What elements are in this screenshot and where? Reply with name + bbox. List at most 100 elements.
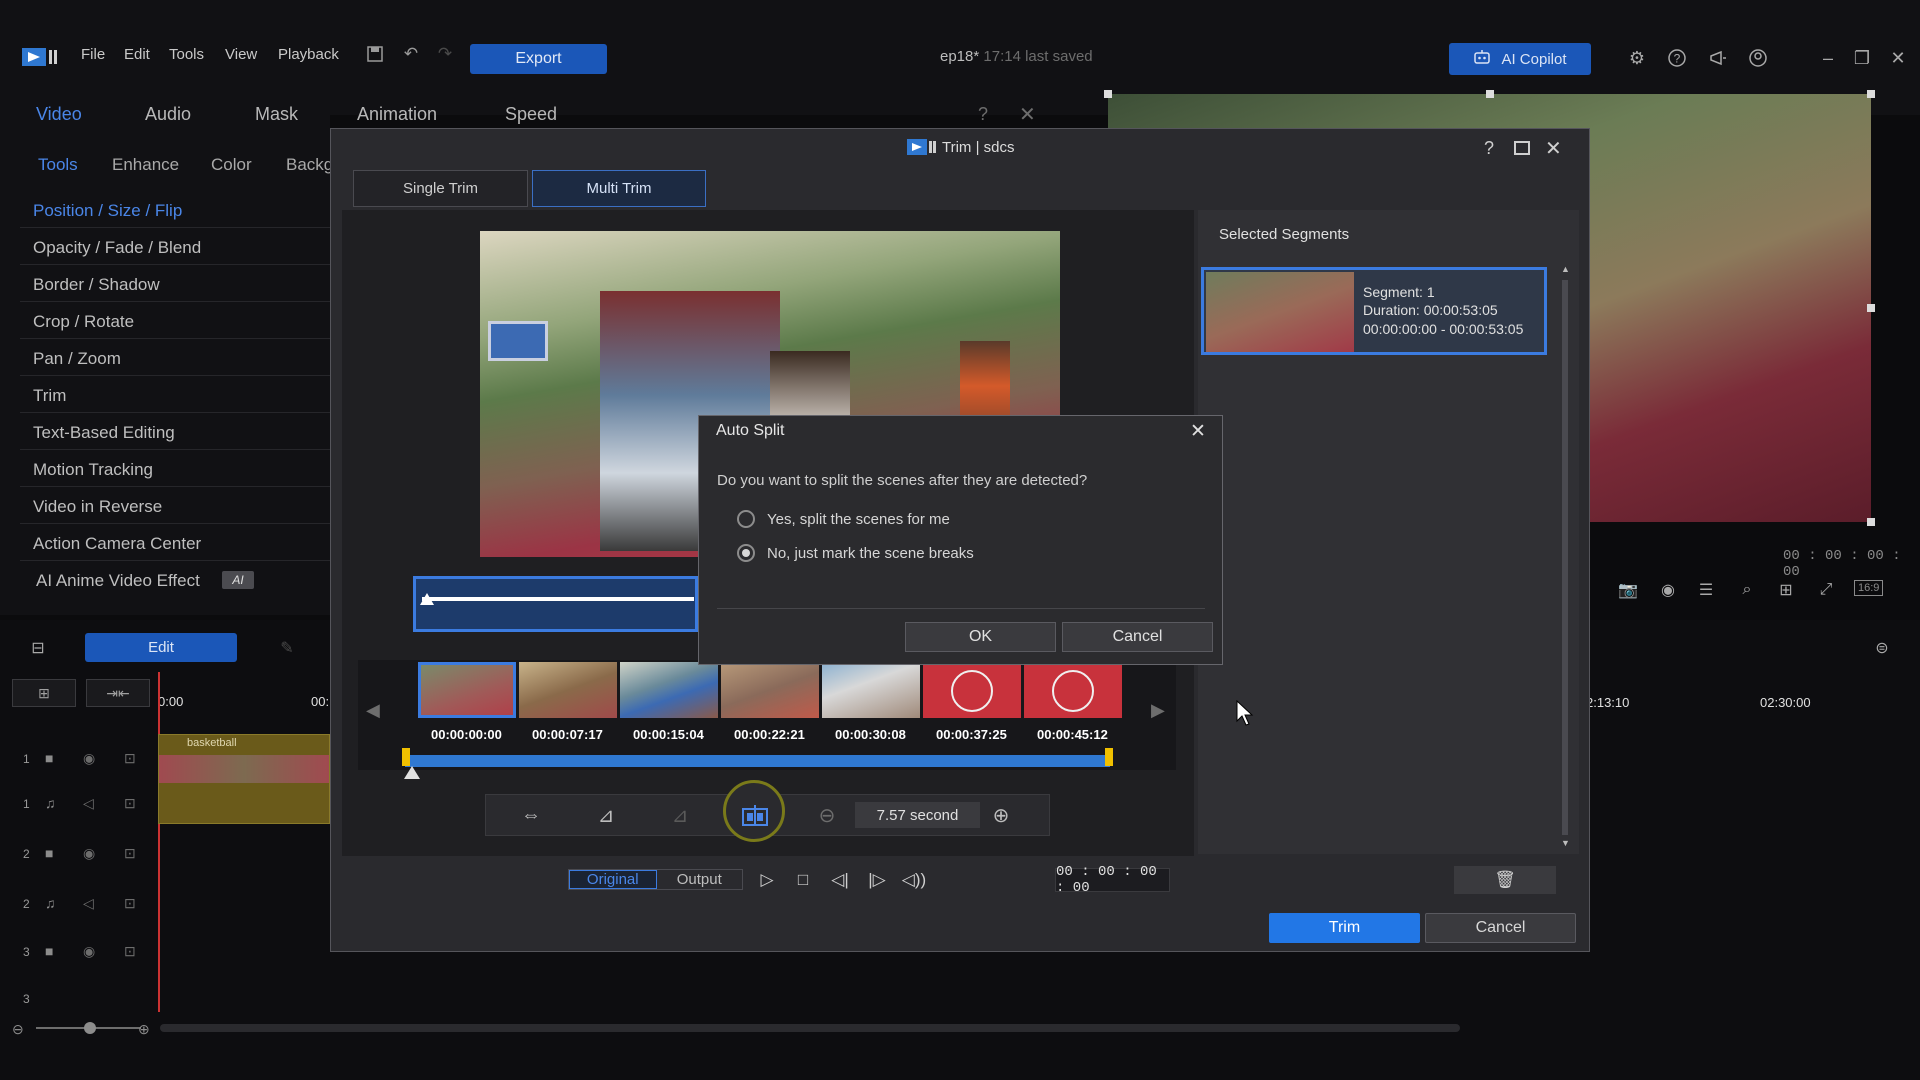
pen-icon[interactable]: ✎	[275, 636, 299, 660]
menu-edit[interactable]: Edit	[124, 46, 150, 63]
eye-icon[interactable]: ◉	[83, 750, 95, 767]
lock-icon[interactable]: ⊡	[124, 795, 136, 812]
account-icon[interactable]	[1746, 46, 1770, 70]
tool-opacity-fade-blend[interactable]: Opacity / Fade / Blend	[33, 238, 201, 258]
playhead[interactable]	[158, 672, 160, 1012]
zoom-preview-icon[interactable]: ⌕	[1735, 578, 1759, 602]
tab-video[interactable]: Video	[36, 104, 82, 125]
resize-handle[interactable]	[1867, 304, 1875, 312]
trim-range-track[interactable]	[405, 755, 1110, 767]
resize-handle[interactable]	[1867, 90, 1875, 98]
split-arrows-icon[interactable]: ⇔	[515, 800, 547, 830]
trim-close-icon[interactable]: ✕	[1545, 136, 1562, 161]
next-frame-icon[interactable]: |▷	[864, 868, 890, 892]
speaker-icon[interactable]: ◁	[83, 795, 94, 812]
auto-split-cancel-button[interactable]: Cancel	[1062, 622, 1213, 652]
zoom-in-timeline-icon[interactable]: ⊕	[138, 1021, 150, 1038]
fullscreen-icon[interactable]: ⤢	[1814, 578, 1838, 602]
tab-animation[interactable]: Animation	[357, 104, 437, 125]
aspect-ratio-label[interactable]: 16:9	[1854, 580, 1884, 596]
panel-close-icon[interactable]: ✕	[1019, 102, 1036, 127]
menu-tools[interactable]: Tools	[169, 46, 204, 63]
eye-icon[interactable]: ◉	[83, 845, 95, 862]
undo-icon[interactable]: ↶	[400, 43, 422, 65]
timeline-settings-icon[interactable]: ⊜	[1870, 636, 1894, 660]
trim-timecode[interactable]: 00 : 00 : 00 : 00	[1055, 864, 1170, 896]
maximize-icon[interactable]	[1514, 141, 1530, 155]
video-clip[interactable]	[158, 734, 330, 824]
subtab-tools[interactable]: Tools	[38, 155, 78, 175]
tool-pan-zoom[interactable]: Pan / Zoom	[33, 349, 121, 369]
help-icon[interactable]: ?	[1665, 46, 1689, 70]
resize-handle[interactable]	[1104, 90, 1112, 98]
subtab-color[interactable]: Color	[211, 155, 252, 175]
tab-audio[interactable]: Audio	[145, 104, 191, 125]
close-window-icon[interactable]: ✕	[1886, 46, 1910, 70]
mark-in-icon[interactable]: ⊿	[590, 800, 622, 830]
film-thumb[interactable]	[721, 662, 819, 718]
tab-mask[interactable]: Mask	[255, 104, 298, 125]
add-track-icon[interactable]: ⊞	[12, 679, 76, 707]
ok-button[interactable]: OK	[905, 622, 1056, 652]
mark-out-icon[interactable]: ⊿	[664, 800, 696, 830]
filmstrip-prev-icon[interactable]: ◀	[366, 700, 380, 721]
play-icon[interactable]: ▷	[754, 868, 780, 892]
menu-file[interactable]: File	[81, 46, 105, 63]
redo-icon[interactable]: ↷	[434, 43, 456, 65]
previous-frame-icon[interactable]: ◁|	[827, 868, 853, 892]
fit-timeline-icon[interactable]: ⇥⇤	[86, 679, 150, 707]
mode-original[interactable]: Original	[569, 870, 657, 889]
list-icon[interactable]: ☰	[1694, 578, 1718, 602]
speaker-icon[interactable]: ◁	[83, 895, 94, 912]
lock-icon[interactable]: ⊡	[124, 750, 136, 767]
radio-mark-breaks[interactable]	[737, 544, 755, 562]
stop-icon[interactable]: □	[790, 868, 816, 892]
settings-gear-icon[interactable]: ⚙	[1625, 46, 1649, 70]
snapshot-icon[interactable]: 📷	[1616, 578, 1640, 602]
filmstrip-next-icon[interactable]: ▶	[1151, 700, 1165, 721]
tool-trim[interactable]: Trim	[33, 386, 66, 406]
horizontal-scrollbar[interactable]	[160, 1024, 1460, 1032]
menu-playback[interactable]: Playback	[278, 46, 339, 63]
tool-text-based-editing[interactable]: Text-Based Editing	[33, 423, 175, 443]
auto-split-close-icon[interactable]: ✕	[1190, 420, 1206, 443]
delete-segment-button[interactable]: 🗑	[1454, 866, 1556, 894]
tool-border-shadow[interactable]: Border / Shadow	[33, 275, 160, 295]
trim-help-icon[interactable]: ?	[1484, 138, 1494, 159]
slider-thumb[interactable]	[84, 1022, 96, 1034]
mark-out-handle[interactable]	[1105, 748, 1113, 766]
tool-crop-rotate[interactable]: Crop / Rotate	[33, 312, 134, 332]
mark-in-handle[interactable]	[402, 748, 410, 766]
volume-icon[interactable]: ◁))	[901, 868, 927, 892]
scrubber-handle[interactable]	[404, 766, 420, 779]
resize-handle[interactable]	[1486, 90, 1494, 98]
film-thumb[interactable]	[822, 662, 920, 718]
restore-icon[interactable]: ❐	[1850, 46, 1874, 70]
tab-multi-trim[interactable]: Multi Trim	[532, 170, 706, 207]
subtab-background[interactable]: Backg	[286, 155, 333, 175]
trim-cancel-button[interactable]: Cancel	[1425, 913, 1576, 943]
tab-speed[interactable]: Speed	[505, 104, 557, 125]
timeline-view-icon[interactable]: ⊟	[26, 636, 50, 660]
export-button[interactable]: Export	[470, 44, 607, 74]
layout-icon[interactable]: ⊞	[1774, 578, 1798, 602]
mode-output[interactable]: Output	[657, 870, 743, 889]
announcement-icon[interactable]	[1706, 46, 1730, 70]
eye-icon[interactable]: ◉	[83, 943, 95, 960]
tool-ai-anime-video-effect[interactable]: AI Anime Video Effect	[36, 571, 200, 591]
segments-scrollbar[interactable]: ▲ ▼	[1559, 264, 1571, 850]
tool-action-camera-center[interactable]: Action Camera Center	[33, 534, 201, 554]
menu-view[interactable]: View	[225, 46, 257, 63]
ai-copilot-button[interactable]: AI Copilot	[1449, 43, 1591, 75]
option-split-scenes[interactable]: Yes, split the scenes for me	[767, 511, 950, 528]
option-mark-breaks[interactable]: No, just mark the scene breaks	[767, 545, 974, 562]
film-thumb[interactable]	[1024, 662, 1122, 718]
edit-button[interactable]: Edit	[85, 633, 237, 662]
tool-video-in-reverse[interactable]: Video in Reverse	[33, 497, 162, 517]
subtab-enhance[interactable]: Enhance	[112, 155, 179, 175]
resize-handle[interactable]	[1867, 518, 1875, 526]
lock-icon[interactable]: ⊡	[124, 845, 136, 862]
tool-position-size-flip[interactable]: Position / Size / Flip	[33, 201, 182, 221]
film-thumb[interactable]	[418, 662, 516, 718]
zoom-out-timeline-icon[interactable]: ⊖	[12, 1021, 24, 1038]
